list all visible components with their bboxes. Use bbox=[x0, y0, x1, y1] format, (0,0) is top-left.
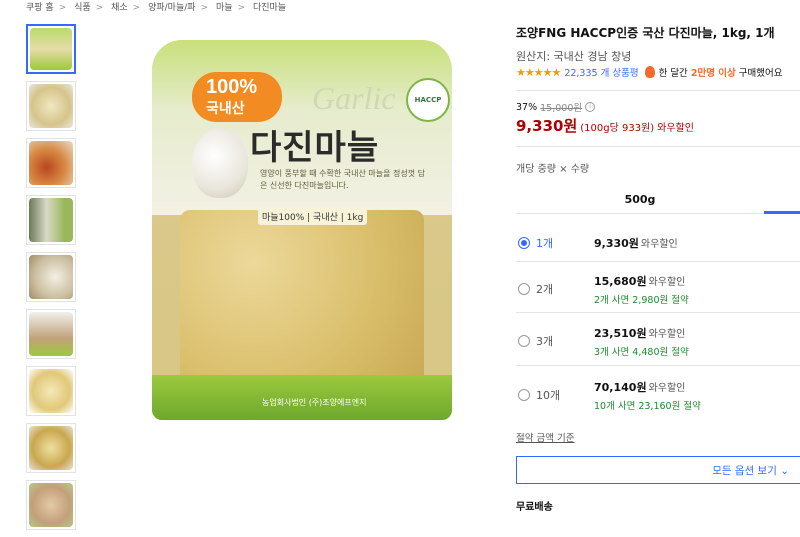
review-count-link[interactable]: 22,335 개 상품평 bbox=[564, 65, 638, 79]
minced-garlic-window bbox=[180, 210, 424, 385]
option-price-value: 9,330원 bbox=[594, 237, 639, 250]
option-qty: 3개 bbox=[536, 335, 554, 348]
haccp-logo-icon: HACCP bbox=[406, 78, 450, 122]
package-title: 다진마늘 bbox=[250, 129, 380, 167]
option-save: 2개 사면 2,980원 절약 bbox=[594, 295, 689, 306]
thumbnail-5[interactable] bbox=[26, 252, 76, 302]
breadcrumb-onion-garlic[interactable]: 양파/마늘/파 bbox=[148, 3, 195, 13]
option-price-tag: 와우할인 bbox=[648, 383, 686, 394]
package-description: 영양이 풍부할 때 수확한 국내산 마늘을 정성껏 담은 신선한 다진마늘입니다… bbox=[260, 169, 425, 190]
tab-500g[interactable]: 500g bbox=[516, 192, 764, 212]
breadcrumb: 쿠팡 홈 > 식품 > 채소 > 양파/마늘/파 > 마늘 > 다진마늘 bbox=[26, 0, 286, 14]
thumbnail-8[interactable] bbox=[26, 423, 76, 473]
tab-indicator bbox=[764, 211, 800, 214]
option-qty: 2개 bbox=[536, 283, 554, 296]
option-price-value: 70,140원 bbox=[594, 381, 647, 394]
product-title: 조양FNG HACCP인증 국산 다진마늘, 1kg, 1개 bbox=[516, 26, 775, 40]
divider bbox=[516, 261, 800, 262]
option-price-tag: 와우할인 bbox=[648, 329, 686, 340]
rating-row: ★★★★★ 22,335 개 상품평 한 달간 2만명 이상 구매했어요 bbox=[516, 65, 783, 80]
chevron-right-icon: > bbox=[200, 3, 209, 13]
package-bottom-band: 농업회사법인 (주)조양에프엔지 bbox=[152, 375, 452, 420]
option-price-tag: 와우할인 bbox=[648, 277, 686, 288]
thumbnail-2[interactable] bbox=[26, 81, 76, 131]
breadcrumb-home[interactable]: 쿠팡 홈 bbox=[26, 3, 54, 13]
option-price: 15,680원 와우할인 bbox=[594, 273, 685, 289]
star-rating-icon: ★★★★★ bbox=[516, 65, 561, 79]
discount-row: 37% 15,000원 i bbox=[516, 100, 596, 114]
chevron-right-icon: > bbox=[237, 3, 246, 13]
all-options-button[interactable]: 모든 옵션 보기 ⌄ bbox=[516, 456, 800, 484]
option-save: 3개 사면 4,480원 절약 bbox=[594, 347, 689, 358]
divider bbox=[516, 365, 800, 366]
option-price: 23,510원 와우할인 bbox=[594, 325, 685, 341]
breadcrumb-food[interactable]: 식품 bbox=[74, 3, 91, 13]
product-origin: 원산지: 국내산 경남 창녕 bbox=[516, 50, 632, 63]
badge-domestic: 국내산 bbox=[206, 100, 245, 116]
info-icon[interactable]: i bbox=[585, 102, 596, 112]
sale-price: 9,330원 bbox=[516, 117, 578, 135]
garlic-script-text: Garlic bbox=[312, 80, 396, 116]
radio-selected-icon[interactable] bbox=[518, 237, 530, 249]
radio-icon[interactable] bbox=[518, 283, 530, 295]
price-row: 9,330원 (100g당 933원) 와우할인 bbox=[516, 115, 694, 136]
original-price: 15,000원 bbox=[540, 103, 583, 114]
radio-icon[interactable] bbox=[518, 389, 530, 401]
package-spec: 마늘100% | 국내산 | 1kg bbox=[258, 208, 368, 225]
option-price: 9,330원 와우할인 bbox=[594, 235, 678, 251]
thumbnail-9[interactable] bbox=[26, 480, 76, 530]
main-product-image[interactable]: 100% 국내산 Garlic HACCP 다진마늘 영양이 풍부할 때 수확한… bbox=[130, 30, 470, 420]
purchase-prefix: 한 달간 bbox=[658, 68, 688, 79]
unit-price: (100g당 933원) bbox=[580, 123, 655, 134]
thumbnail-3[interactable] bbox=[26, 138, 76, 188]
tab-baseline bbox=[516, 213, 800, 214]
thumbnail-list bbox=[26, 24, 78, 537]
option-tab-row: 500g bbox=[516, 192, 800, 214]
purchase-suffix: 구매했어요 bbox=[738, 68, 783, 79]
thumbnail-7[interactable] bbox=[26, 366, 76, 416]
chevron-right-icon: > bbox=[95, 3, 104, 13]
chevron-right-icon: > bbox=[132, 3, 141, 13]
option-4[interactable]: 10개 70,140원 와우할인 10개 사면 23,160원 절약 bbox=[516, 374, 800, 426]
thumbnail-4[interactable] bbox=[26, 195, 76, 245]
flame-icon bbox=[644, 66, 655, 78]
garlic-package: 100% 국내산 Garlic HACCP 다진마늘 영양이 풍부할 때 수확한… bbox=[152, 40, 452, 420]
option-label: 개당 중량 × 수량 bbox=[516, 164, 590, 175]
option-price-tag: 와우할인 bbox=[640, 239, 678, 250]
option-save: 10개 사면 23,160원 절약 bbox=[594, 401, 701, 412]
package-maker: 농업회사법인 (주)조양에프엔지 bbox=[262, 398, 367, 407]
price-tag: 와우할인 bbox=[657, 123, 694, 134]
radio-icon[interactable] bbox=[518, 335, 530, 347]
free-shipping-label: 무료배송 bbox=[516, 502, 553, 513]
divider bbox=[516, 90, 800, 91]
divider bbox=[516, 312, 800, 313]
garlic-bulb-icon bbox=[192, 128, 248, 198]
savings-criteria-link[interactable]: 절약 금액 기준 bbox=[516, 430, 574, 444]
divider bbox=[516, 146, 800, 147]
thumbnail-1[interactable] bbox=[26, 24, 76, 74]
option-price-value: 23,510원 bbox=[594, 327, 647, 340]
chevron-right-icon: > bbox=[58, 3, 67, 13]
breadcrumb-garlic[interactable]: 마늘 bbox=[216, 3, 233, 13]
option-price-value: 15,680원 bbox=[594, 275, 647, 288]
option-price: 70,140원 와우할인 bbox=[594, 379, 685, 395]
option-qty: 1개 bbox=[536, 237, 554, 250]
thumbnail-6[interactable] bbox=[26, 309, 76, 359]
discount-rate: 37% bbox=[516, 101, 538, 113]
domestic-badge: 100% 국내산 bbox=[192, 72, 282, 122]
option-qty: 10개 bbox=[536, 389, 561, 402]
purchase-count-text: 한 달간 2만명 이상 구매했어요 bbox=[659, 65, 783, 79]
breadcrumb-vegetable[interactable]: 채소 bbox=[111, 3, 128, 13]
badge-percent: 100% bbox=[206, 76, 258, 98]
purchase-count: 2만명 이상 bbox=[690, 68, 736, 79]
breadcrumb-minced-garlic[interactable]: 다진마늘 bbox=[253, 3, 286, 13]
